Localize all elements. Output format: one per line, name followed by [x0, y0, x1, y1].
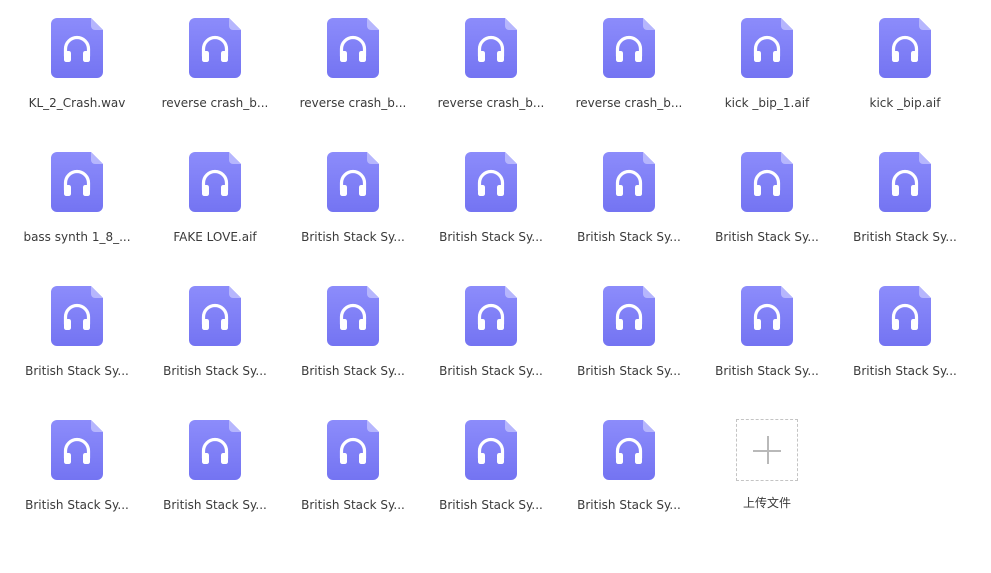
file-item-8[interactable]: bass synth 1_8_...: [8, 152, 146, 286]
file-name: reverse crash_b...: [437, 96, 545, 110]
upload-dropzone[interactable]: [736, 419, 798, 481]
headphones-icon: [465, 152, 517, 212]
file-item-21[interactable]: British Stack Sy...: [836, 286, 974, 420]
file-item-18[interactable]: British Stack Sy...: [422, 286, 560, 420]
file-item-6[interactable]: kick _bip_1.aif: [698, 18, 836, 152]
file-name: British Stack Sy...: [301, 498, 405, 512]
headphones-icon: [879, 286, 931, 346]
file-item-12[interactable]: British Stack Sy...: [560, 152, 698, 286]
file-name: British Stack Sy...: [439, 498, 543, 512]
file-item-25[interactable]: British Stack Sy...: [422, 420, 560, 554]
headphones-icon: [603, 152, 655, 212]
headphones-icon: [327, 18, 379, 78]
file-name: British Stack Sy...: [853, 230, 957, 244]
file-item-5[interactable]: reverse crash_b...: [560, 18, 698, 152]
headphones-icon: [51, 152, 103, 212]
headphones-icon: [51, 286, 103, 346]
headphones-icon: [879, 152, 931, 212]
headphones-icon: [741, 152, 793, 212]
file-item-24[interactable]: British Stack Sy...: [284, 420, 422, 554]
file-name: British Stack Sy...: [301, 364, 405, 378]
file-name: reverse crash_b...: [575, 96, 683, 110]
file-item-1[interactable]: KL_2_Crash.wav: [8, 18, 146, 152]
file-name: British Stack Sy...: [577, 498, 681, 512]
headphones-icon: [189, 420, 241, 480]
file-name: kick _bip.aif: [869, 96, 941, 110]
file-item-2[interactable]: reverse crash_b...: [146, 18, 284, 152]
file-name: British Stack Sy...: [715, 364, 819, 378]
file-name: KL_2_Crash.wav: [28, 96, 126, 110]
file-item-23[interactable]: British Stack Sy...: [146, 420, 284, 554]
file-item-19[interactable]: British Stack Sy...: [560, 286, 698, 420]
headphones-icon: [189, 286, 241, 346]
upload-file-button[interactable]: 上传文件: [698, 419, 836, 554]
file-item-13[interactable]: British Stack Sy...: [698, 152, 836, 286]
file-name: British Stack Sy...: [715, 230, 819, 244]
file-name: British Stack Sy...: [301, 230, 405, 244]
file-item-10[interactable]: British Stack Sy...: [284, 152, 422, 286]
file-item-14[interactable]: British Stack Sy...: [836, 152, 974, 286]
file-grid: KL_2_Crash.wav reverse crash_b... revers…: [8, 18, 974, 554]
file-item-22[interactable]: British Stack Sy...: [8, 420, 146, 554]
file-name: reverse crash_b...: [161, 96, 269, 110]
file-name: British Stack Sy...: [439, 230, 543, 244]
headphones-icon: [327, 420, 379, 480]
headphones-icon: [327, 152, 379, 212]
headphones-icon: [603, 18, 655, 78]
file-name: British Stack Sy...: [25, 364, 129, 378]
file-item-11[interactable]: British Stack Sy...: [422, 152, 560, 286]
file-name: British Stack Sy...: [577, 230, 681, 244]
file-name: British Stack Sy...: [163, 364, 267, 378]
headphones-icon: [465, 420, 517, 480]
headphones-icon: [741, 286, 793, 346]
file-name: kick _bip_1.aif: [724, 96, 810, 110]
headphones-icon: [741, 18, 793, 78]
file-item-26[interactable]: British Stack Sy...: [560, 420, 698, 554]
file-name: British Stack Sy...: [577, 364, 681, 378]
file-item-20[interactable]: British Stack Sy...: [698, 286, 836, 420]
headphones-icon: [189, 152, 241, 212]
file-name: bass synth 1_8_...: [23, 230, 131, 244]
headphones-icon: [51, 420, 103, 480]
file-item-16[interactable]: British Stack Sy...: [146, 286, 284, 420]
file-item-3[interactable]: reverse crash_b...: [284, 18, 422, 152]
file-name: British Stack Sy...: [25, 498, 129, 512]
file-name: British Stack Sy...: [439, 364, 543, 378]
file-item-7[interactable]: kick _bip.aif: [836, 18, 974, 152]
file-item-9[interactable]: FAKE LOVE.aif: [146, 152, 284, 286]
file-item-17[interactable]: British Stack Sy...: [284, 286, 422, 420]
headphones-icon: [879, 18, 931, 78]
headphones-icon: [465, 286, 517, 346]
headphones-icon: [603, 286, 655, 346]
headphones-icon: [603, 420, 655, 480]
file-item-15[interactable]: British Stack Sy...: [8, 286, 146, 420]
headphones-icon: [189, 18, 241, 78]
file-name: British Stack Sy...: [163, 498, 267, 512]
headphones-icon: [465, 18, 517, 78]
file-name: FAKE LOVE.aif: [173, 230, 257, 244]
headphones-icon: [327, 286, 379, 346]
file-name: reverse crash_b...: [299, 96, 407, 110]
upload-label: 上传文件: [742, 496, 791, 510]
file-item-4[interactable]: reverse crash_b...: [422, 18, 560, 152]
headphones-icon: [51, 18, 103, 78]
file-name: British Stack Sy...: [853, 364, 957, 378]
